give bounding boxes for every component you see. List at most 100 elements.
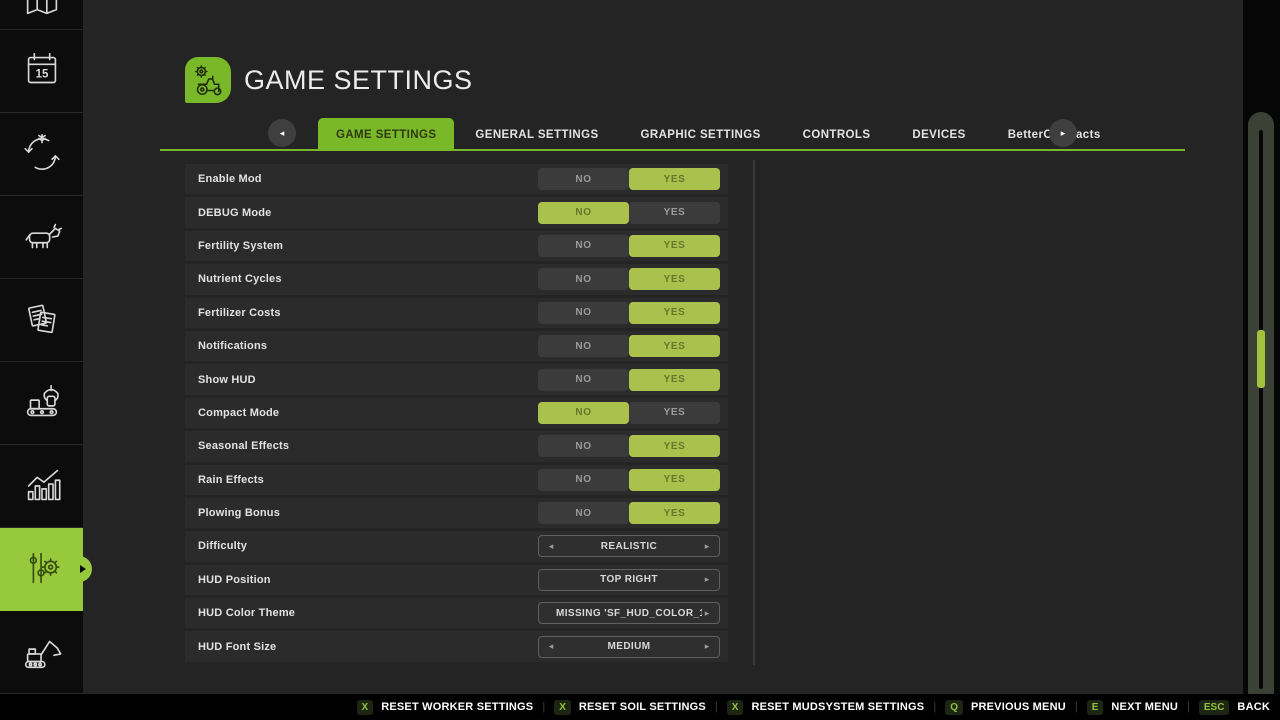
setting-label: Fertility System bbox=[198, 240, 283, 252]
toggle-no-button[interactable]: NO bbox=[538, 369, 629, 391]
toggle-group: NO YES bbox=[538, 235, 720, 257]
setting-label: Notifications bbox=[198, 340, 267, 352]
sidebar-item-construction[interactable] bbox=[0, 611, 83, 694]
toggle-yes-button[interactable]: YES bbox=[629, 469, 720, 491]
chevron-right-icon: ▸ bbox=[1061, 128, 1066, 139]
setting-row-notifications: Notifications NO YES bbox=[185, 331, 728, 361]
shortcut-reset-soil[interactable]: X RESET SOIL SETTINGS bbox=[554, 700, 706, 715]
sidebar-item-crop-rotation[interactable] bbox=[0, 113, 83, 196]
selector-value: REALISTIC bbox=[556, 541, 702, 552]
setting-row-nutrient-cycles: Nutrient Cycles NO YES bbox=[185, 264, 728, 294]
sidebar-item-mod-settings[interactable] bbox=[0, 528, 83, 611]
toggle-yes-button[interactable]: YES bbox=[629, 202, 720, 224]
chevron-right-icon[interactable]: ▸ bbox=[702, 541, 712, 552]
tabs-next-button[interactable]: ▸ bbox=[1049, 119, 1077, 147]
value-selector[interactable]: ◂ REALISTIC ▸ bbox=[538, 535, 720, 557]
setting-row-rain-effects: Rain Effects NO YES bbox=[185, 465, 728, 495]
toggle-yes-button[interactable]: YES bbox=[629, 335, 720, 357]
setting-row-debug-mode: DEBUG Mode NO YES bbox=[185, 197, 728, 227]
keycap-x: X bbox=[357, 700, 374, 715]
chevron-left-icon[interactable]: ◂ bbox=[546, 641, 556, 652]
shortcut-label: PREVIOUS MENU bbox=[971, 701, 1066, 713]
value-selector[interactable]: ◂ MEDIUM ▸ bbox=[538, 636, 720, 658]
shortcut-next-menu[interactable]: E NEXT MENU bbox=[1087, 700, 1178, 715]
setting-label: Enable Mod bbox=[198, 173, 262, 185]
sidebar-item-production[interactable] bbox=[0, 362, 83, 445]
toggle-no-button[interactable]: NO bbox=[538, 235, 629, 257]
toggle-no-button[interactable]: NO bbox=[538, 335, 629, 357]
crop-rotation-icon bbox=[19, 131, 65, 177]
toggle-no-button[interactable]: NO bbox=[538, 202, 629, 224]
toggle-no-button[interactable]: NO bbox=[538, 469, 629, 491]
sidebar-item-calendar[interactable]: 15 bbox=[0, 30, 83, 113]
calendar-icon: 15 bbox=[19, 48, 65, 94]
toggle-no-button[interactable]: NO bbox=[538, 402, 629, 424]
toggle-group: NO YES bbox=[538, 168, 720, 190]
shortcut-previous-menu[interactable]: Q PREVIOUS MENU bbox=[945, 700, 1066, 715]
toggle-yes-button[interactable]: YES bbox=[629, 168, 720, 190]
tab-devices[interactable]: DEVICES bbox=[891, 120, 986, 150]
setting-row-show-hud: Show HUD NO YES bbox=[185, 364, 728, 394]
tab-general-settings[interactable]: GENERAL SETTINGS bbox=[454, 120, 619, 150]
sidebar-item-statistics[interactable] bbox=[0, 445, 83, 528]
setting-row-fertilizer-costs: Fertilizer Costs NO YES bbox=[185, 298, 728, 328]
page-scrollbar bbox=[1248, 112, 1274, 705]
shortcut-reset-worker[interactable]: X RESET WORKER SETTINGS bbox=[357, 700, 534, 715]
toggle-group: NO YES bbox=[538, 502, 720, 524]
page-header: GAME SETTINGS bbox=[185, 57, 473, 103]
keycap-esc: ESC bbox=[1199, 700, 1230, 715]
sidebar-item-animals[interactable] bbox=[0, 196, 83, 279]
toggle-yes-button[interactable]: YES bbox=[629, 402, 720, 424]
toggle-yes-button[interactable]: YES bbox=[629, 302, 720, 324]
chevron-left-icon[interactable]: ◂ bbox=[546, 541, 556, 552]
toggle-no-button[interactable]: NO bbox=[538, 168, 629, 190]
toggle-no-button[interactable]: NO bbox=[538, 435, 629, 457]
tab-controls[interactable]: CONTROLS bbox=[782, 120, 892, 150]
tab-game-settings[interactable]: GAME SETTINGS bbox=[318, 118, 454, 151]
toggle-no-button[interactable]: NO bbox=[538, 502, 629, 524]
value-selector[interactable]: ◂ MISSING 'SF_HUD_COLOR_1' L… ▸ bbox=[538, 602, 720, 624]
setting-label: Nutrient Cycles bbox=[198, 273, 282, 285]
shortcut-reset-mudsystem[interactable]: X RESET MUDSYSTEM SETTINGS bbox=[727, 700, 925, 715]
setting-row-fertility-system: Fertility System NO YES bbox=[185, 231, 728, 261]
setting-row-difficulty: Difficulty ◂ REALISTIC ▸ bbox=[185, 531, 728, 561]
toggle-group: NO YES bbox=[538, 369, 720, 391]
separator: | bbox=[933, 701, 936, 713]
chevron-right-icon[interactable]: ▸ bbox=[702, 608, 712, 619]
keycap-x: X bbox=[554, 700, 571, 715]
mod-settings-app-icon bbox=[185, 57, 231, 103]
sidebar-item-map[interactable] bbox=[0, 0, 83, 30]
shortcut-back[interactable]: ESC BACK bbox=[1199, 700, 1270, 715]
selector-value: TOP RIGHT bbox=[556, 574, 702, 585]
tabs-prev-button[interactable]: ◂ bbox=[268, 119, 296, 147]
toggle-yes-button[interactable]: YES bbox=[629, 235, 720, 257]
toggle-yes-button[interactable]: YES bbox=[629, 369, 720, 391]
setting-label: Compact Mode bbox=[198, 407, 279, 419]
page-title: GAME SETTINGS bbox=[244, 65, 473, 96]
list-scrollbar-track[interactable] bbox=[753, 160, 755, 665]
setting-row-hud-font-size: HUD Font Size ◂ MEDIUM ▸ bbox=[185, 631, 728, 661]
chevron-right-icon[interactable]: ▸ bbox=[702, 641, 712, 652]
setting-label: Show HUD bbox=[198, 374, 256, 386]
production-icon bbox=[19, 380, 65, 426]
toggle-yes-button[interactable]: YES bbox=[629, 268, 720, 290]
toggle-no-button[interactable]: NO bbox=[538, 302, 629, 324]
tab-bar: GAME SETTINGS GENERAL SETTINGS GRAPHIC S… bbox=[318, 118, 1122, 151]
chevron-right-icon[interactable]: ▸ bbox=[702, 574, 712, 585]
keycap-q: Q bbox=[945, 700, 963, 715]
toggle-no-button[interactable]: NO bbox=[538, 268, 629, 290]
selector-value: MISSING 'SF_HUD_COLOR_1' L… bbox=[556, 608, 702, 619]
scrollbar-track[interactable] bbox=[1259, 130, 1263, 689]
setting-label: Seasonal Effects bbox=[198, 440, 289, 452]
setting-row-hud-color-theme: HUD Color Theme ◂ MISSING 'SF_HUD_COLOR_… bbox=[185, 598, 728, 628]
tab-graphic-settings[interactable]: GRAPHIC SETTINGS bbox=[620, 120, 782, 150]
toggle-group: NO YES bbox=[538, 302, 720, 324]
separator: | bbox=[1187, 701, 1190, 713]
game-settings-screen: GAME SETTINGS ◂ ▸ GAME SETTINGS GENERAL … bbox=[0, 0, 1280, 720]
shortcut-label: RESET WORKER SETTINGS bbox=[381, 701, 533, 713]
value-selector[interactable]: ◂ TOP RIGHT ▸ bbox=[538, 569, 720, 591]
scrollbar-thumb[interactable] bbox=[1257, 330, 1265, 388]
toggle-yes-button[interactable]: YES bbox=[629, 435, 720, 457]
toggle-yes-button[interactable]: YES bbox=[629, 502, 720, 524]
sidebar-item-contracts[interactable] bbox=[0, 279, 83, 362]
